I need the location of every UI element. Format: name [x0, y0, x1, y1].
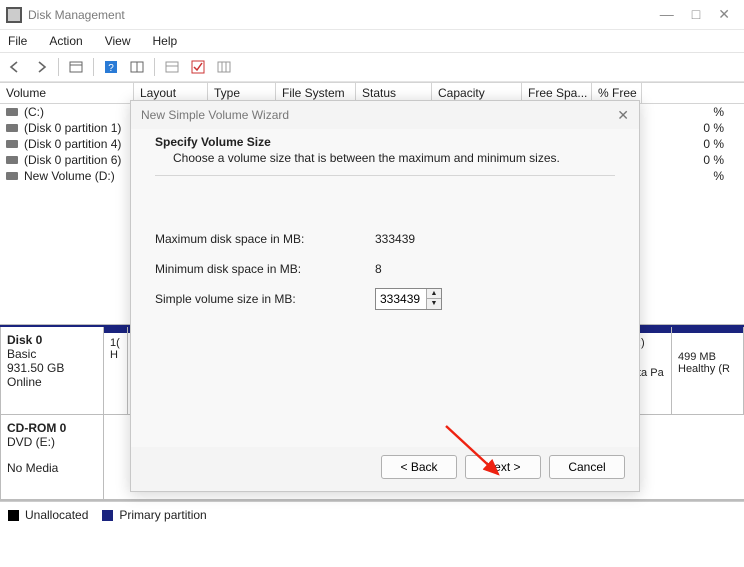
legend: Unallocated Primary partition [0, 501, 744, 528]
max-space-label: Maximum disk space in MB: [155, 232, 375, 246]
volume-size-label: Simple volume size in MB: [155, 292, 375, 306]
min-space-value: 8 [375, 262, 382, 276]
legend-primary-label: Primary partition [119, 508, 206, 522]
menu-action[interactable]: Action [45, 32, 86, 50]
list-icon[interactable] [161, 56, 183, 78]
next-button[interactable]: Next > [465, 455, 541, 479]
maximize-button[interactable]: □ [692, 6, 700, 23]
legend-unallocated-label: Unallocated [25, 508, 88, 522]
slot-label: H [110, 349, 121, 361]
cdrom-status: No Media [7, 461, 97, 475]
max-space-value: 333439 [375, 232, 415, 246]
window-controls: — □ ✕ [660, 6, 738, 23]
disk-status: Online [7, 375, 97, 389]
slot-label: 1( [110, 337, 121, 349]
menu-help[interactable]: Help [149, 32, 182, 50]
slot-status: Healthy (R [678, 363, 737, 375]
window-titlebar: Disk Management — □ ✕ [0, 0, 744, 30]
spin-up-icon[interactable]: ▲ [427, 289, 441, 299]
cancel-button[interactable]: Cancel [549, 455, 625, 479]
volume-name: (C:) [24, 105, 144, 119]
back-button[interactable]: < Back [381, 455, 457, 479]
dialog-close-icon[interactable]: ✕ [617, 107, 629, 124]
volume-icon [6, 108, 18, 116]
cdrom-info[interactable]: CD-ROM 0 DVD (E:) No Media [0, 415, 104, 500]
cdrom-title: CD-ROM 0 [7, 421, 97, 435]
menu-file[interactable]: File [4, 32, 31, 50]
legend-unallocated-swatch [8, 510, 19, 521]
menu-view[interactable]: View [101, 32, 135, 50]
close-button[interactable]: ✕ [718, 6, 730, 23]
dialog-title: New Simple Volume Wizard [141, 108, 289, 122]
volume-icon [6, 124, 18, 132]
disk-0-info[interactable]: Disk 0 Basic 931.50 GB Online [0, 327, 104, 415]
forward-icon[interactable] [30, 56, 52, 78]
dialog-titlebar[interactable]: New Simple Volume Wizard ✕ [131, 101, 639, 129]
slot-size: 499 MB [678, 351, 737, 363]
dialog-heading: Specify Volume Size [155, 135, 615, 149]
toolbar: ? [0, 52, 744, 82]
refresh-icon[interactable] [126, 56, 148, 78]
volume-name: (Disk 0 partition 4) [24, 137, 144, 151]
volume-name: (Disk 0 partition 6) [24, 153, 144, 167]
app-icon [6, 7, 22, 23]
menubar: File Action View Help [0, 30, 744, 52]
volume-name: (Disk 0 partition 1) [24, 121, 144, 135]
volume-size-input[interactable] [376, 289, 426, 309]
minimize-button[interactable]: — [660, 6, 674, 23]
disk-title: Disk 0 [7, 333, 97, 347]
col-spacer [642, 83, 744, 103]
slot-label: :) [638, 337, 665, 349]
window-title: Disk Management [28, 8, 125, 22]
back-icon[interactable] [4, 56, 26, 78]
volume-name: New Volume (D:) [24, 169, 144, 183]
spin-down-icon[interactable]: ▼ [427, 299, 441, 309]
svg-text:?: ? [108, 63, 114, 74]
partition-slot[interactable]: 499 MB Healthy (R [672, 327, 744, 415]
partition-slot[interactable]: 1( H [104, 327, 128, 415]
checkbox-icon[interactable] [187, 56, 209, 78]
cdrom-drive: DVD (E:) [7, 435, 97, 449]
legend-primary-swatch [102, 510, 113, 521]
new-volume-wizard-dialog: New Simple Volume Wizard ✕ Specify Volum… [130, 100, 640, 492]
disk-type: Basic [7, 347, 97, 361]
volume-size-spinner: ▲ ▼ [375, 288, 442, 310]
volume-icon [6, 172, 18, 180]
disk-size: 931.50 GB [7, 361, 97, 375]
dialog-subheading: Choose a volume size that is between the… [173, 151, 615, 165]
col-volume[interactable]: Volume [0, 83, 134, 103]
help-icon[interactable]: ? [100, 56, 122, 78]
volume-icon [6, 140, 18, 148]
volume-icon [6, 156, 18, 164]
view-panels-icon[interactable] [65, 56, 87, 78]
min-space-label: Minimum disk space in MB: [155, 262, 375, 276]
slot-sublabel: ta Pa [638, 367, 665, 379]
grid-icon[interactable] [213, 56, 235, 78]
